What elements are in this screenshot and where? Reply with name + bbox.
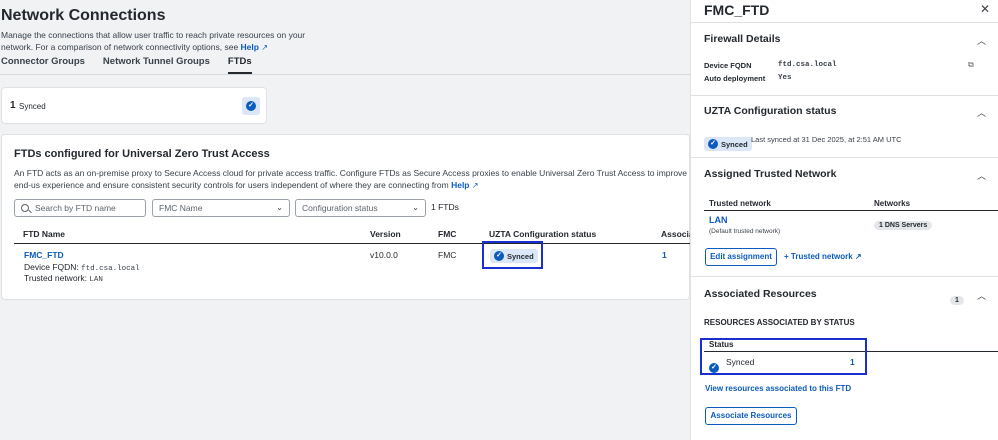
fqdn-row: Device FQDN ftd.csa.local [704, 61, 837, 70]
page-description: Manage the connections that allow user t… [1, 29, 311, 54]
ftd-section-description: An FTD acts as an on-premise proxy to Se… [14, 167, 704, 192]
tab-ftds[interactable]: FTDs [227, 56, 252, 74]
uzta-status-title: UZTA Configuration status [704, 105, 837, 117]
fqdn-label: Device FQDN [704, 61, 752, 70]
ftd-fmc: FMC [438, 250, 457, 260]
chevron-down-icon: ⌄ [276, 203, 283, 212]
ftd-name-link[interactable]: FMC_FTD [24, 250, 64, 260]
fmc-name-select-label: FMC Name [159, 203, 203, 213]
ftd-network-label: Trusted network: [24, 273, 87, 283]
associated-resources-title: Associated Resources [704, 288, 817, 300]
resources-count-badge: 1 [950, 289, 964, 307]
main-content: Network Connections Manage the connectio… [0, 0, 694, 440]
tab-network-tunnel-groups[interactable]: Network Tunnel Groups [103, 56, 210, 74]
search-placeholder: Search by FTD name [35, 203, 116, 213]
ftd-count: 1 FTDs [431, 202, 459, 212]
synced-summary-card[interactable]: 1 Synced ✓ [1, 87, 267, 124]
ftd-trusted-network: Trusted network: LAN [24, 273, 103, 284]
resources-subtitle: RESOURCES ASSOCIATED BY STATUS [704, 318, 855, 327]
divider [691, 276, 998, 277]
trusted-network-sub: (Default trusted network) [709, 228, 781, 235]
trusted-header-divider [704, 210, 998, 211]
associate-resources-button[interactable]: Associate Resources [705, 407, 797, 425]
page-description-text: Manage the connections that allow user t… [1, 30, 306, 52]
divider [691, 157, 998, 158]
table-header-divider [14, 243, 691, 244]
col-ftd-name[interactable]: FTD Name [23, 229, 65, 239]
uzta-status-badge: ✓ Synced [704, 132, 752, 151]
fmc-name-select[interactable]: FMC Name ⌄ [152, 199, 290, 217]
synced-check-badge: ✓ [242, 97, 260, 115]
highlight-box [482, 241, 543, 269]
panel-title: FMC_FTD [704, 2, 770, 18]
ftd-fqdn-label: Device FQDN: [24, 262, 79, 272]
trusted-network-link[interactable]: LAN [709, 215, 728, 225]
firewall-details-title: Firewall Details [704, 33, 781, 45]
chevron-down-icon: ⌄ [412, 203, 419, 212]
col-uzta-status[interactable]: UZTA Configuration status [489, 229, 596, 239]
ftd-assoc-count-link[interactable]: 1 [662, 250, 667, 260]
ftd-fqdn-value: ftd.csa.local [81, 265, 140, 273]
ftd-fqdn: Device FQDN: ftd.csa.local [24, 262, 140, 273]
external-link-icon: ↗ [854, 252, 862, 261]
col-fmc[interactable]: FMC [438, 229, 456, 239]
highlight-box [700, 338, 867, 375]
col-version[interactable]: Version [370, 229, 401, 239]
close-icon[interactable]: ✕ [980, 2, 990, 16]
add-trusted-network-label: Trusted network [790, 252, 853, 261]
ftd-section: FTDs configured for Universal Zero Trust… [1, 134, 694, 300]
tabs-divider [0, 74, 690, 75]
auto-deploy-label: Auto deployment [704, 74, 766, 83]
ftd-section-title: FTDs configured for Universal Zero Trust… [14, 148, 270, 160]
ftd-help-link[interactable]: Help [451, 180, 469, 190]
last-synced-text: Last synced at 31 Dec 2025, at 2:51 AM U… [751, 135, 902, 144]
chevron-up-icon[interactable]: ︿ [977, 106, 986, 119]
ftd-network-value: LAN [89, 276, 103, 284]
divider [691, 22, 998, 23]
check-circle-icon: ✓ [708, 139, 718, 149]
search-input[interactable]: Search by FTD name [14, 199, 146, 217]
external-link-icon: ↗ [261, 43, 269, 52]
auto-deploy-value: Yes [778, 74, 792, 82]
chevron-up-icon[interactable]: ︿ [977, 169, 986, 182]
plus-icon: + [784, 252, 789, 261]
search-icon [21, 204, 29, 212]
ftd-description-text: An FTD acts as an on-premise proxy to Se… [14, 168, 688, 190]
view-resources-link[interactable]: View resources associated to this FTD [705, 384, 851, 393]
auto-deploy-row: Auto deployment Yes [704, 74, 792, 83]
edit-assignment-button[interactable]: Edit assignment [705, 248, 777, 266]
trusted-col-networks: Networks [874, 199, 911, 208]
help-link[interactable]: Help [241, 42, 259, 52]
trusted-network-title: Assigned Trusted Network [704, 168, 837, 180]
trusted-col-name: Trusted network [709, 199, 771, 208]
fqdn-value: ftd.csa.local [778, 61, 837, 69]
resources-count-text: 1 [950, 296, 964, 305]
config-status-select-label: Configuration status [302, 203, 378, 213]
divider [691, 95, 998, 96]
add-trusted-network-link[interactable]: + Trusted network ↗ [784, 252, 862, 261]
synced-label: Synced [19, 102, 46, 111]
tab-bar: Connector Groups Network Tunnel Groups F… [1, 56, 252, 74]
config-status-select[interactable]: Configuration status ⌄ [295, 199, 426, 217]
check-circle-icon: ✓ [246, 101, 256, 111]
ftd-details-panel: FMC_FTD ✕ Firewall Details ︿ Device FQDN… [690, 0, 998, 440]
uzta-status-text: Synced [721, 139, 748, 149]
synced-count: 1 [10, 100, 16, 111]
chevron-up-icon[interactable]: ︿ [977, 289, 986, 302]
copy-icon[interactable]: ⧉ [968, 60, 974, 70]
external-link-icon: ↗ [471, 181, 479, 190]
tab-connector-groups[interactable]: Connector Groups [1, 56, 85, 74]
networks-badge: 1 DNS Servers [874, 214, 933, 232]
col-associated[interactable]: Associa [661, 229, 694, 239]
page-title: Network Connections [1, 7, 166, 24]
chevron-up-icon[interactable]: ︿ [977, 34, 986, 47]
networks-badge-text: 1 DNS Servers [874, 221, 933, 230]
ftd-version: v10.0.0 [370, 250, 398, 260]
